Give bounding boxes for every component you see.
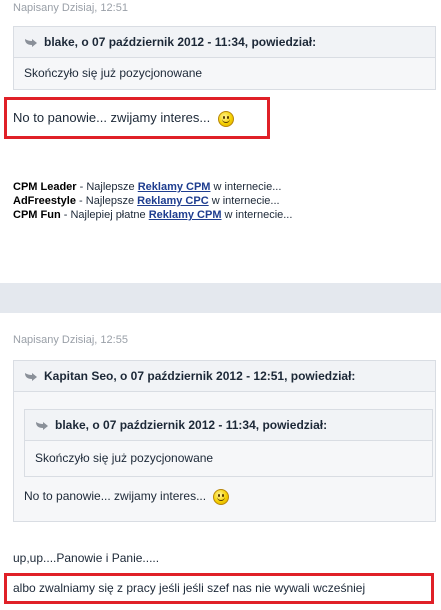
quote-arrow-icon [25, 39, 37, 47]
quote-block: Kapitan Seo, o 07 październik 2012 - 12:… [13, 360, 436, 522]
quote-author: blake, o 07 październik 2012 - 11:34, po… [55, 418, 328, 432]
post-message-text: No to panowie... zwijamy interes... [13, 110, 211, 125]
quote-header: blake, o 07 październik 2012 - 11:34, po… [14, 27, 435, 58]
signature-text: - Najlepiej płatne [60, 209, 149, 221]
quote-author: Kapitan Seo, o 07 październik 2012 - 12:… [44, 369, 356, 383]
signature-name: CPM Fun [13, 209, 61, 221]
signature-text: w internecie... [208, 195, 280, 207]
signature-text: - Najlepsze [75, 195, 138, 207]
signature-line: AdFreestyle - Najlepsze Reklamy CPC w in… [13, 194, 292, 208]
quote-header: Kapitan Seo, o 07 październik 2012 - 12:… [14, 361, 435, 392]
signature-link[interactable]: Reklamy CPM [138, 181, 211, 193]
quote-arrow-icon [25, 373, 37, 381]
signature-text: - Najlepsze [76, 181, 138, 193]
quote-arrow-icon [36, 422, 48, 430]
post-separator [0, 283, 441, 313]
quote-text: No to panowie... zwijamy interes... [14, 489, 230, 505]
quote-header: blake, o 07 październik 2012 - 11:34, po… [25, 410, 432, 441]
quote-message-text: No to panowie... zwijamy interes... [24, 489, 207, 504]
quote-author: blake, o 07 październik 2012 - 11:34, po… [44, 35, 317, 49]
smiley-icon [217, 110, 234, 127]
smiley-icon [213, 489, 230, 505]
signature-line: CPM Fun - Najlepiej płatne Reklamy CPM w… [13, 208, 292, 222]
post-message-line: up,up....Panowie i Panie..... [13, 551, 160, 565]
signature-link[interactable]: Reklamy CPM [149, 209, 222, 221]
post-message: No to panowie... zwijamy interes... [13, 110, 234, 127]
nested-quote-block: blake, o 07 październik 2012 - 11:34, po… [24, 409, 433, 477]
signature-text: w internecie... [210, 181, 282, 193]
signature-name: AdFreestyle [13, 195, 76, 207]
signature-line: CPM Leader - Najlepsze Reklamy CPM w int… [13, 180, 292, 194]
post-timestamp: Napisany Dzisiaj, 12:51 [13, 2, 128, 14]
post-timestamp: Napisany Dzisiaj, 12:55 [13, 334, 128, 346]
signature-name: CPM Leader [13, 181, 77, 193]
signature-text: w internecie... [221, 209, 293, 221]
signature-link[interactable]: Reklamy CPC [137, 195, 209, 207]
quote-text: Skończyło się już pozycjonowane [35, 451, 214, 465]
post-message-line: albo zwalniamy się z pracy jeśli jeśli s… [13, 581, 366, 595]
quote-block: blake, o 07 październik 2012 - 11:34, po… [13, 26, 436, 90]
signature: CPM Leader - Najlepsze Reklamy CPM w int… [13, 180, 292, 222]
quote-text: Skończyło się już pozycjonowane [24, 66, 203, 80]
